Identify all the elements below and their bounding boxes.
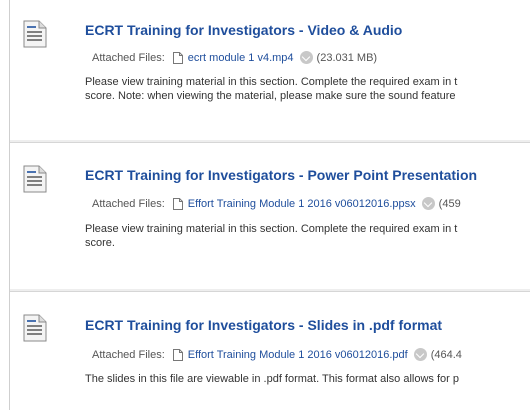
attached-file-link[interactable]: Effort Training Module 1 2016 v06012016.… — [188, 198, 416, 210]
attached-files-label: Attached Files: — [92, 51, 165, 64]
attached-file-link[interactable]: ecrt module 1 v4.mp4 — [188, 52, 294, 64]
chevron-down-icon[interactable] — [413, 348, 427, 361]
attached-files: Attached Files: ecrt module 1 v4.mp4 (23… — [92, 51, 377, 64]
attached-file-link[interactable]: Effort Training Module 1 2016 v06012016.… — [188, 349, 408, 361]
description-line: The slides in this file are viewable in … — [85, 373, 459, 385]
file-size: (23.031 MB) — [316, 51, 378, 64]
description-line: Please view training material in this se… — [85, 223, 458, 235]
document-icon — [23, 314, 47, 342]
description-line: score. — [85, 237, 115, 249]
document-icon — [23, 20, 47, 48]
file-size: (464.4 — [430, 348, 462, 361]
list-item-pdf: ECRT Training for Investigators - Slides… — [10, 289, 530, 410]
item-description: Please view training material in this se… — [85, 75, 530, 103]
description-line: Please view training material in this se… — [85, 76, 458, 88]
chevron-down-icon[interactable] — [299, 51, 313, 64]
item-description: The slides in this file are viewable in … — [85, 372, 530, 386]
attached-files-label: Attached Files: — [92, 197, 165, 210]
chevron-down-icon[interactable] — [421, 197, 435, 210]
file-icon — [172, 348, 183, 361]
attached-files: Attached Files: Effort Training Module 1… — [92, 197, 461, 210]
list-item-video: ECRT Training for Investigators - Video … — [10, 0, 530, 133]
item-title-link[interactable]: ECRT Training for Investigators - Slides… — [85, 317, 442, 333]
item-title-link[interactable]: ECRT Training for Investigators - Power … — [85, 167, 477, 183]
content-list: ECRT Training for Investigators - Video … — [9, 0, 530, 410]
file-icon — [172, 51, 183, 64]
item-title-link[interactable]: ECRT Training for Investigators - Video … — [85, 22, 402, 38]
item-description: Please view training material in this se… — [85, 222, 530, 250]
file-icon — [172, 197, 183, 210]
list-item-powerpoint: ECRT Training for Investigators - Power … — [10, 140, 530, 279]
attached-files-label: Attached Files: — [92, 348, 165, 361]
description-line: score. Note: when viewing the material, … — [85, 90, 456, 102]
attached-files: Attached Files: Effort Training Module 1… — [92, 348, 462, 361]
document-icon — [23, 165, 47, 193]
file-size: (459 — [438, 197, 461, 210]
